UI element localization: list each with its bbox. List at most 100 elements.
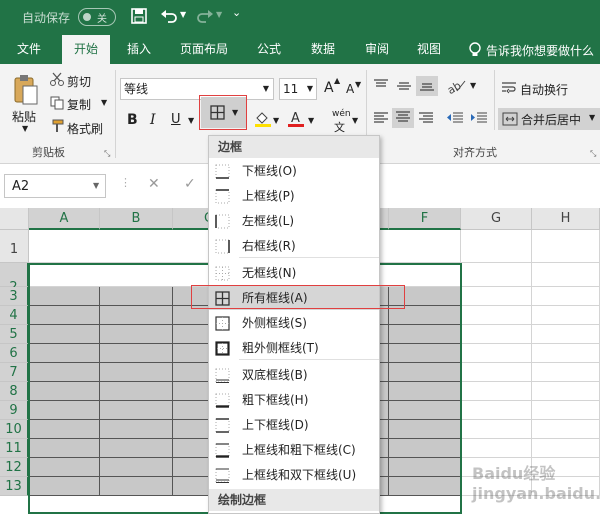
- paste-dropdown-icon[interactable]: ▼: [22, 124, 28, 133]
- row-header-2[interactable]: 2: [0, 263, 29, 295]
- bottom-align-icon[interactable]: [416, 76, 438, 96]
- column-header-f[interactable]: F: [389, 208, 461, 230]
- column-header-g[interactable]: G: [461, 208, 532, 230]
- paste-button[interactable]: 粘贴: [12, 108, 36, 125]
- alignment-launcher-icon[interactable]: ⤡: [590, 149, 596, 159]
- cell-b12[interactable]: [100, 458, 173, 477]
- tab-page-layout[interactable]: 页面布局: [172, 35, 236, 64]
- cell-a12[interactable]: [29, 458, 100, 477]
- menu-item-left-border[interactable]: 左框线(L): [209, 209, 379, 233]
- cell-f12[interactable]: [389, 458, 461, 477]
- shrink-font-button[interactable]: A: [346, 82, 354, 96]
- align-right-icon[interactable]: [418, 110, 434, 126]
- row-header-3[interactable]: 3: [0, 287, 29, 306]
- format-painter-button[interactable]: 格式刷: [67, 120, 103, 137]
- tab-review[interactable]: 审阅: [356, 35, 398, 64]
- cell-a6[interactable]: [29, 344, 100, 363]
- font-color-icon[interactable]: A: [287, 110, 305, 128]
- cell-b1[interactable]: [100, 230, 173, 263]
- cell-b13[interactable]: [100, 477, 173, 496]
- row-header-9[interactable]: 9: [0, 401, 29, 420]
- tab-data[interactable]: 数据: [302, 35, 344, 64]
- cell-f13[interactable]: [389, 477, 461, 496]
- menu-item-right-border[interactable]: 右框线(R): [209, 234, 379, 258]
- cell-a9[interactable]: [29, 401, 100, 420]
- row-header-12[interactable]: 12: [0, 458, 29, 477]
- row-header-8[interactable]: 8: [0, 382, 29, 401]
- font-color-dropdown-icon[interactable]: ▼: [308, 116, 314, 125]
- underline-button[interactable]: U: [171, 112, 181, 127]
- cell-f8[interactable]: [389, 382, 461, 401]
- redo-dropdown-icon[interactable]: ▼: [216, 10, 222, 19]
- menu-item-top-thick-bottom-border[interactable]: 上框线和粗下框线(C): [209, 438, 379, 462]
- top-align-icon[interactable]: [373, 78, 389, 94]
- cell-g3[interactable]: [461, 287, 532, 306]
- orientation-icon[interactable]: ab: [445, 77, 467, 97]
- cell-g10[interactable]: [461, 420, 532, 439]
- cell-g8[interactable]: [461, 382, 532, 401]
- cell-b9[interactable]: [100, 401, 173, 420]
- paste-icon[interactable]: [12, 74, 40, 108]
- menu-item-outside-borders[interactable]: 外侧框线(S): [209, 311, 379, 335]
- tab-formulas[interactable]: 公式: [248, 35, 290, 64]
- row-header-11[interactable]: 11: [0, 439, 29, 458]
- tab-insert[interactable]: 插入: [118, 35, 160, 64]
- column-header-h[interactable]: H: [532, 208, 600, 230]
- customize-qat-icon[interactable]: ⌄: [232, 6, 241, 19]
- format-painter-icon[interactable]: [50, 119, 64, 133]
- tell-me-search[interactable]: 告诉我你想要做什么: [486, 42, 594, 59]
- middle-align-icon[interactable]: [396, 78, 412, 94]
- undo-icon[interactable]: [160, 8, 178, 24]
- enter-icon[interactable]: ✓: [184, 176, 196, 192]
- bold-button[interactable]: B: [127, 112, 138, 128]
- row-header-13[interactable]: 13: [0, 477, 29, 496]
- cell-g9[interactable]: [461, 401, 532, 420]
- cell-h3[interactable]: [532, 287, 600, 306]
- grow-font-button[interactable]: A: [324, 80, 334, 96]
- cell-g4[interactable]: [461, 306, 532, 325]
- phonetic-guide-button[interactable]: wén: [332, 109, 351, 119]
- copy-icon[interactable]: [50, 96, 64, 110]
- row-header-6[interactable]: 6: [0, 344, 29, 363]
- cell-a11[interactable]: [29, 439, 100, 458]
- column-header-a[interactable]: A: [29, 208, 100, 230]
- cell-b5[interactable]: [100, 325, 173, 344]
- name-box[interactable]: A2 ▼: [4, 174, 106, 198]
- row-header-10[interactable]: 10: [0, 420, 29, 439]
- undo-dropdown-icon[interactable]: ▼: [180, 10, 186, 19]
- orientation-dropdown-icon[interactable]: ▼: [470, 81, 476, 90]
- cell-f2[interactable]: [389, 263, 461, 287]
- increase-indent-icon[interactable]: [470, 110, 488, 126]
- cell-h1[interactable]: [532, 230, 600, 263]
- cell-f1[interactable]: [389, 230, 461, 263]
- tab-home[interactable]: 开始: [62, 35, 110, 64]
- cell-b3[interactable]: [100, 287, 173, 306]
- font-size-combo[interactable]: 11 ▼: [279, 78, 317, 100]
- cell-f10[interactable]: [389, 420, 461, 439]
- cell-a5[interactable]: [29, 325, 100, 344]
- cell-h6[interactable]: [532, 344, 600, 363]
- clipboard-launcher-icon[interactable]: ⤡: [104, 149, 110, 159]
- cell-h9[interactable]: [532, 401, 600, 420]
- fill-color-dropdown-icon[interactable]: ▼: [273, 116, 279, 125]
- cell-g1[interactable]: [461, 230, 532, 263]
- row-header-4[interactable]: 4: [0, 306, 29, 325]
- align-left-icon[interactable]: [373, 110, 389, 126]
- scissors-icon[interactable]: [50, 72, 64, 86]
- row-header-1[interactable]: 1: [0, 230, 29, 263]
- cell-h11[interactable]: [532, 439, 600, 458]
- cut-button[interactable]: 剪切: [67, 73, 91, 90]
- decrease-indent-icon[interactable]: [446, 110, 464, 126]
- cell-f11[interactable]: [389, 439, 461, 458]
- cell-b4[interactable]: [100, 306, 173, 325]
- menu-item-double-bottom-border[interactable]: 双底框线(B): [209, 363, 379, 387]
- cell-g2[interactable]: [461, 263, 532, 287]
- cell-h5[interactable]: [532, 325, 600, 344]
- cell-a7[interactable]: [29, 363, 100, 382]
- phonetic-dropdown-icon[interactable]: ▼: [352, 116, 358, 125]
- tab-file[interactable]: 文件: [8, 35, 50, 64]
- cell-h10[interactable]: [532, 420, 600, 439]
- menu-item-no-border[interactable]: 无框线(N): [209, 261, 379, 285]
- cell-a13[interactable]: [29, 477, 100, 496]
- copy-dropdown-icon[interactable]: ▼: [101, 98, 107, 107]
